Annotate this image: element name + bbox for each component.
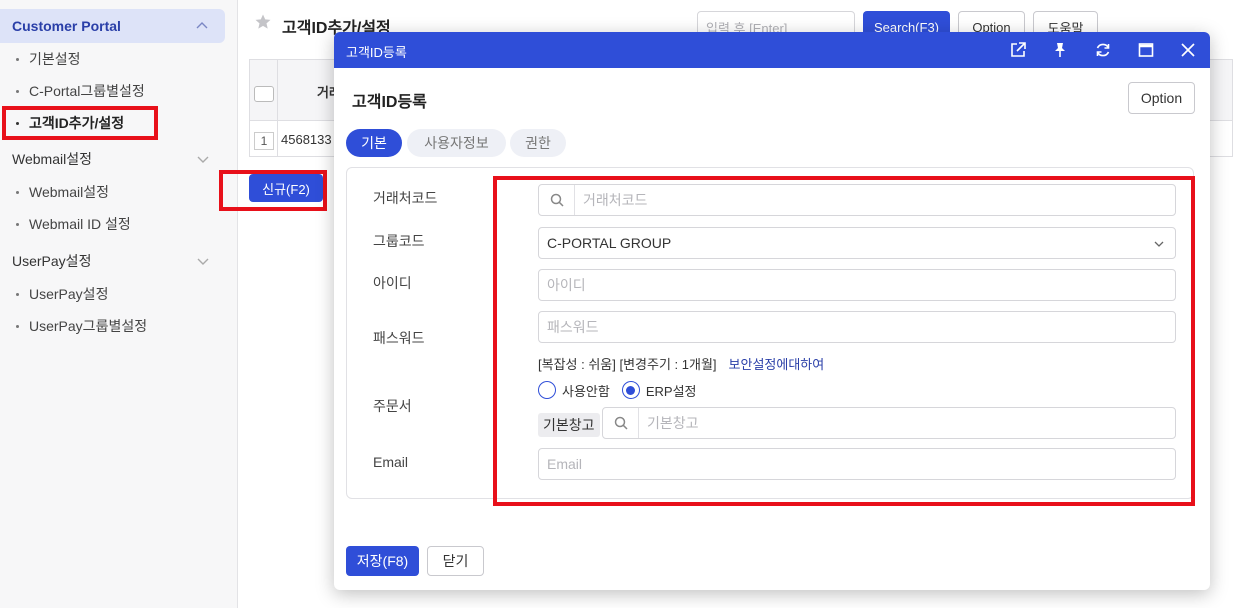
row-number: 1: [254, 132, 274, 150]
warehouse-placeholder: 기본창고: [647, 415, 699, 431]
security-settings-link[interactable]: 보안설정에대하여: [729, 357, 825, 372]
radio-erp-label[interactable]: ERP설정: [646, 381, 697, 400]
radio-erp[interactable]: [621, 381, 640, 399]
user-id-placeholder: 아이디: [547, 277, 586, 293]
sidebar-group-label: Webmail설정: [12, 151, 92, 167]
modal-titlebar: 고객ID등록: [334, 32, 1210, 68]
sidebar-item-userpay[interactable]: UserPay설정: [16, 281, 108, 307]
sidebar-item-userpay-group[interactable]: UserPay그룹별설정: [16, 313, 147, 339]
new-button[interactable]: 신규(F2): [249, 174, 323, 202]
email-input[interactable]: Email: [538, 448, 1176, 480]
select-all-checkbox[interactable]: [254, 86, 274, 102]
user-id-label: 아이디: [373, 275, 412, 291]
password-placeholder: 패스워드: [547, 319, 599, 335]
password-label: 패스워드: [373, 330, 425, 346]
customer-id-modal: 고객ID등록 고객ID등록 Option 기본 사용자정보 권한 거래처코드 그…: [334, 32, 1210, 590]
radio-none[interactable]: [538, 381, 556, 399]
sidebar: Customer Portal 기본설정 C-Portal그룹별설정 고객ID추…: [0, 0, 238, 608]
modal-window-title: 고객ID등록: [346, 45, 407, 60]
chevron-down-icon: [1154, 241, 1164, 247]
vendor-code-placeholder: 거래처코드: [583, 192, 648, 208]
chevron-down-icon: [197, 156, 209, 163]
warehouse-chip: 기본창고: [538, 413, 600, 437]
save-button[interactable]: 저장(F8): [346, 546, 419, 576]
tab-basic[interactable]: 기본: [346, 129, 402, 157]
group-code-label: 그룹코드: [373, 233, 425, 249]
email-label: Email: [373, 454, 409, 470]
refresh-icon[interactable]: [1094, 41, 1112, 59]
user-id-input[interactable]: 아이디: [538, 269, 1176, 301]
sidebar-item-customer-id[interactable]: 고객ID추가/설정: [16, 110, 124, 136]
sidebar-item-cportal-group[interactable]: C-Portal그룹별설정: [16, 78, 145, 104]
close-icon[interactable]: [1179, 41, 1197, 59]
external-link-icon[interactable]: [1009, 41, 1027, 59]
vendor-code-input[interactable]: 거래처코드: [538, 184, 1176, 216]
group-code-value: C-PORTAL GROUP: [547, 235, 672, 251]
table-cell[interactable]: 4568133: [281, 132, 332, 147]
close-button[interactable]: 닫기: [427, 546, 484, 576]
modal-option-button[interactable]: Option: [1128, 82, 1195, 114]
sidebar-item-webmail[interactable]: Webmail설정: [16, 179, 109, 205]
search-icon: [614, 416, 628, 430]
modal-heading: 고객ID등록: [352, 94, 427, 111]
tab-user-info[interactable]: 사용자정보: [407, 129, 506, 157]
vendor-code-label: 거래처코드: [373, 190, 438, 206]
order-label: 주문서: [373, 398, 412, 414]
radio-none-label[interactable]: 사용안함: [562, 381, 610, 400]
sidebar-group-label: UserPay설정: [12, 253, 92, 269]
search-icon: [550, 193, 564, 207]
order-radio-group: 사용안함 ERP설정: [538, 380, 709, 400]
maximize-icon[interactable]: [1137, 41, 1155, 59]
warehouse-input[interactable]: 기본창고: [602, 407, 1176, 439]
sidebar-group-userpay[interactable]: UserPay설정: [0, 244, 226, 278]
sidebar-item-basic-settings[interactable]: 기본설정: [16, 46, 81, 72]
email-placeholder: Email: [547, 456, 583, 472]
star-icon[interactable]: [254, 13, 272, 31]
tab-permissions[interactable]: 권한: [510, 129, 566, 157]
sidebar-group-webmail[interactable]: Webmail설정: [0, 142, 226, 176]
password-policy-hint: [복잡성 : 쉬움] [변경주기 : 1개월] 보안설정에대하여: [538, 357, 825, 372]
sidebar-group-customer-portal[interactable]: Customer Portal: [0, 9, 225, 43]
chevron-up-icon: [196, 22, 208, 29]
sidebar-group-label: Customer Portal: [12, 18, 121, 34]
password-input[interactable]: 패스워드: [538, 311, 1176, 343]
sidebar-item-webmail-id[interactable]: Webmail ID 설정: [16, 211, 131, 237]
pin-icon[interactable]: [1051, 41, 1069, 59]
chevron-down-icon: [197, 258, 209, 265]
group-code-select[interactable]: C-PORTAL GROUP: [538, 227, 1176, 259]
